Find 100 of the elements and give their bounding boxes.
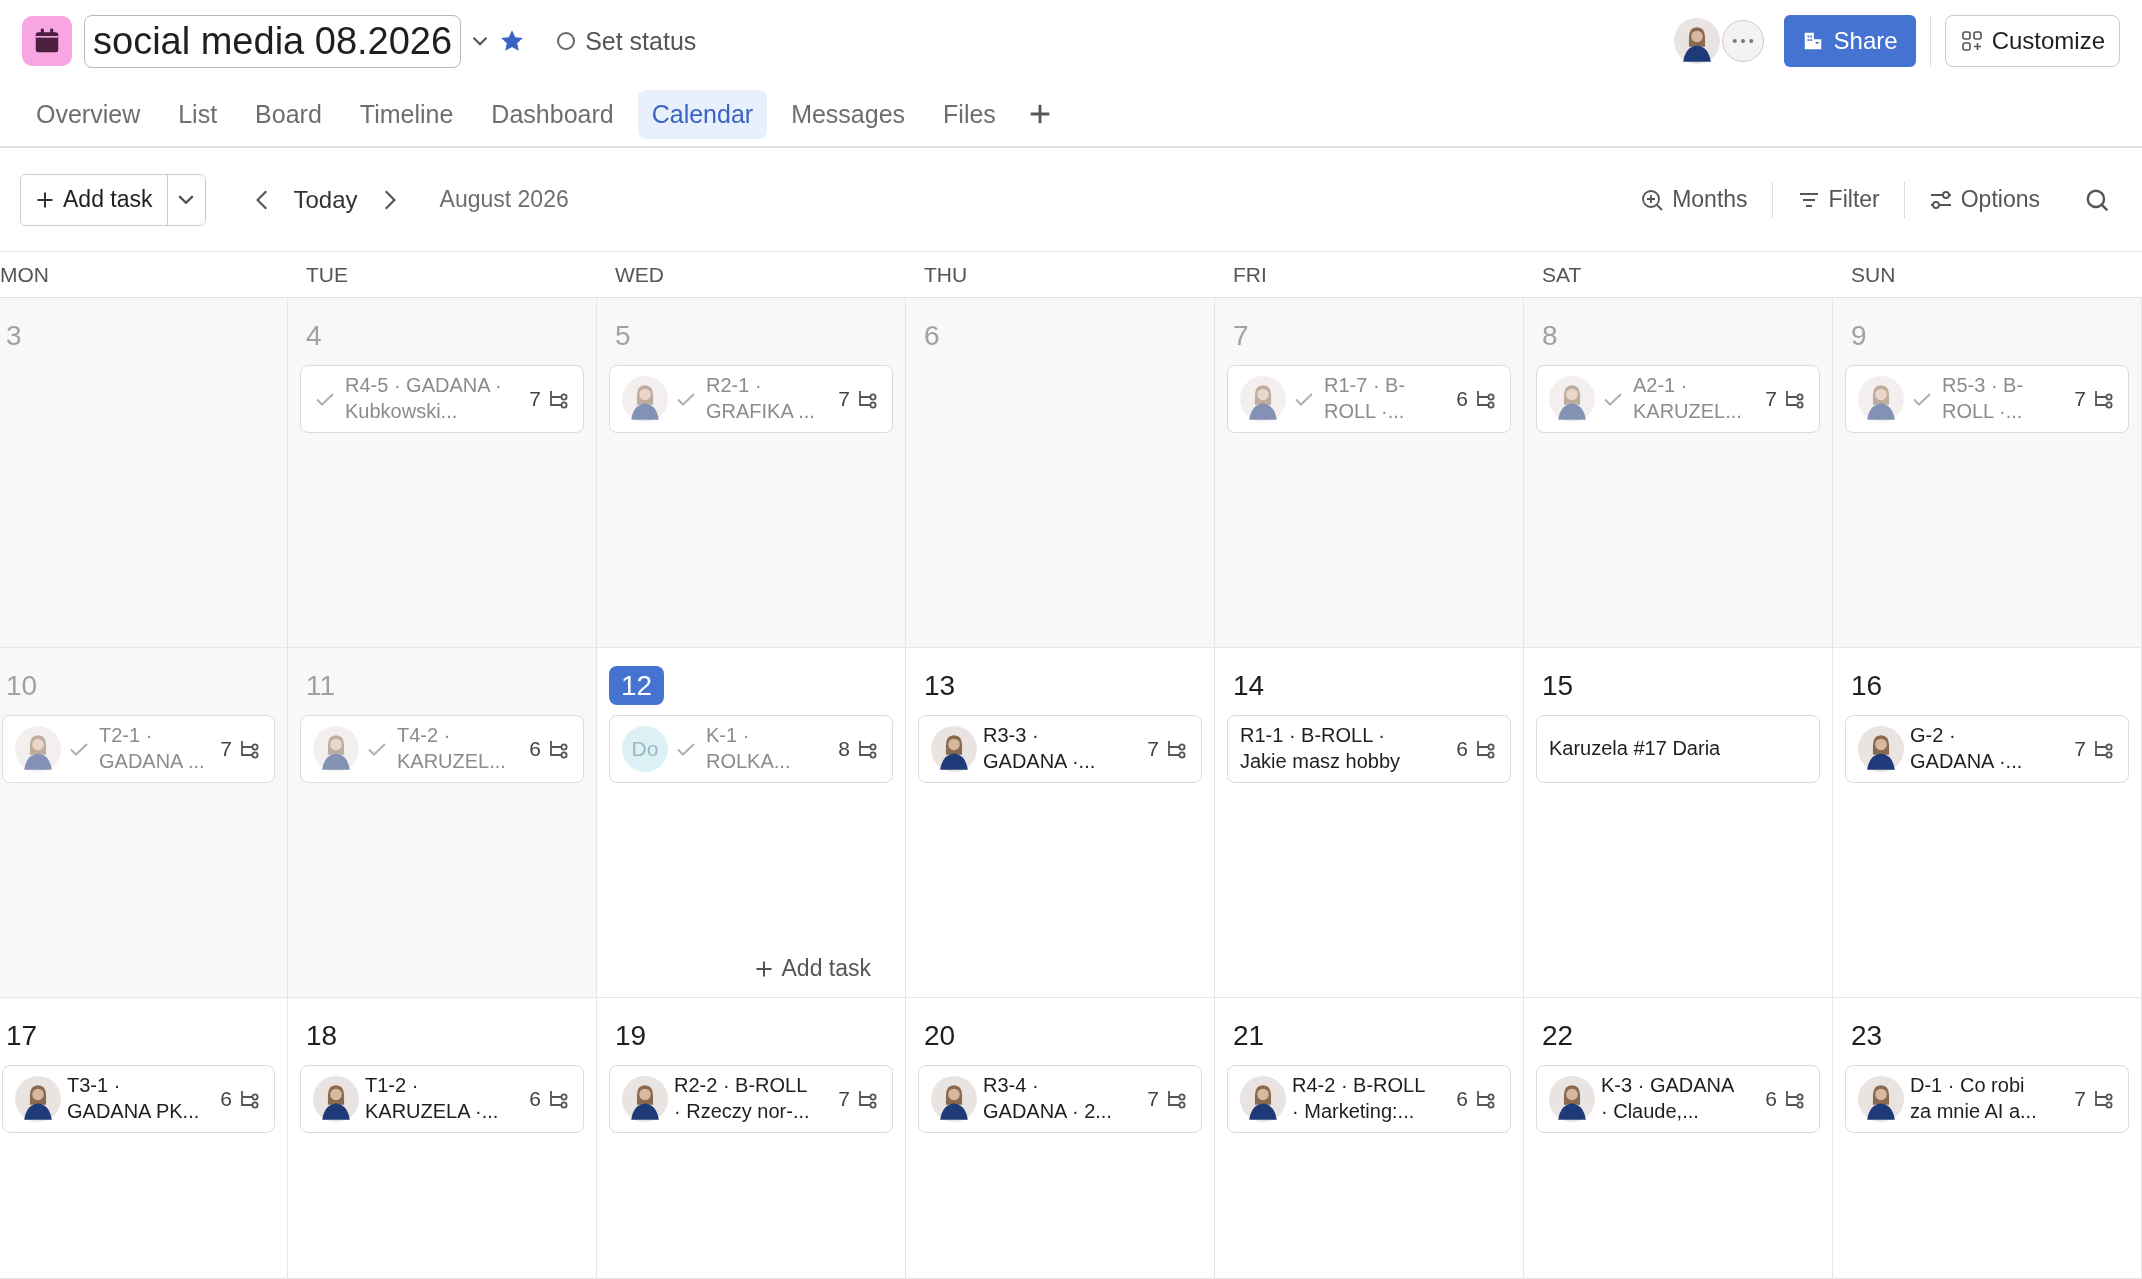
more-icon[interactable] [1721,20,1764,62]
task-title: R4-2 · B-ROLL · Marketing:... [1292,1073,1427,1124]
customize-button[interactable]: Customize [1944,15,2120,67]
task-card[interactable]: A2-1 · KARUZEL... 7 [1536,365,1820,433]
avatar-icon [1549,1076,1595,1122]
today-button[interactable]: Today [283,185,368,214]
day-number: 13 [923,669,957,703]
task-card[interactable]: R1-1 · B-ROLL · Jakie masz hobby 6 [1227,715,1511,783]
day-number: 9 [1850,319,1868,353]
task-card[interactable]: G-2 · GADANA ·... 7 [1845,715,2129,783]
task-title: T3-1 · GADANA PK... [67,1073,201,1124]
subtask-count: 6 [1765,1087,1777,1111]
day-number: 21 [1232,1019,1266,1053]
day-number: 16 [1850,669,1884,703]
avatar-icon [15,726,61,772]
task-title: R4-5 · GADANA · Kubkowski... [345,373,503,424]
project-icon [22,16,72,66]
options-button[interactable]: Options [1916,186,2052,213]
avatar-icon [313,1076,359,1122]
day-number: 6 [923,319,941,353]
task-card[interactable]: T1-2 · KARUZELA ·... 6 [300,1065,584,1133]
task-title: K-3 · GADANA · Claude,... [1601,1073,1736,1124]
set-status-button[interactable]: Set status [551,25,703,57]
tab[interactable]: Dashboard [477,89,628,139]
add-task-button[interactable]: Add task [747,954,877,983]
subtask-count: 7 [838,1087,850,1111]
add-task-dropdown[interactable] [166,174,205,225]
task-card[interactable]: T3-1 · GADANA PK... 6 [2,1065,275,1133]
task-card[interactable]: R2-1 · GRAFIKA ... 7 [609,365,893,433]
task-title: T4-2 · KARUZEL... [397,723,507,774]
task-card[interactable]: R4-2 · B-ROLL · Marketing:... 6 [1227,1065,1511,1133]
task-card[interactable]: D-1 · Co robi za mnie AI a... 7 [1845,1065,2129,1133]
subtask-count: 7 [838,387,850,411]
task-title: R1-7 · B- ROLL ·... [1324,373,1407,424]
tab[interactable]: Messages [777,89,920,139]
task-card[interactable]: R3-3 · GADANA ·... 7 [918,715,1202,783]
subtask-count: 7 [2074,1087,2086,1111]
avatar-icon [622,376,668,422]
tab[interactable]: List [164,89,232,139]
zoom-in-icon [1640,187,1665,212]
day-number: 18 [305,1019,339,1053]
day-number: 4 [305,319,323,353]
avatar-icon [622,1076,668,1122]
task-title: T2-1 · GADANA ... [99,723,206,774]
subtask-count: 7 [2074,737,2086,761]
avatar-icon [931,1076,977,1122]
grid-plus-icon [1959,29,1984,53]
task-card[interactable]: R4-5 · GADANA · Kubkowski... 7 [300,365,584,433]
task-title: R3-4 · GADANA · 2... [983,1073,1113,1124]
month-label: August 2026 [439,186,569,213]
day-number: 19 [614,1019,648,1053]
task-card[interactable]: R2-2 · B-ROLL · Rzeczy nor-... 7 [609,1065,893,1133]
task-title: R1-1 · B-ROLL · Jakie masz hobby [1240,723,1402,774]
task-card[interactable]: R3-4 · GADANA · 2... 7 [918,1065,1202,1133]
day-number: 3 [5,319,23,353]
project-title[interactable]: social media 08.2026 [84,14,462,68]
subtask-count: 6 [529,737,541,761]
subtask-count: 7 [529,387,541,411]
day-number: 10 [5,669,39,703]
filter-button[interactable]: Filter [1784,186,1892,213]
avatar-icon [15,1076,61,1122]
task-card[interactable]: K-3 · GADANA · Claude,... 6 [1536,1065,1820,1133]
day-number: 17 [5,1019,39,1053]
tab[interactable]: Overview [22,89,155,139]
tab[interactable]: Timeline [345,89,468,139]
subtask-count: 7 [1147,1087,1159,1111]
months-button[interactable]: Months [1628,186,1760,213]
avatar-icon [931,726,977,772]
day-number: 15 [1541,669,1575,703]
day-number: 11 [305,669,337,703]
subtask-count: 6 [1456,1087,1468,1111]
subtask-count: 7 [220,737,232,761]
tab[interactable]: Files [929,89,1010,139]
task-card[interactable]: Karuzela #17 Daria [1536,715,1820,783]
day-number: 23 [1850,1019,1884,1053]
day-number: 14 [1232,669,1266,703]
day-number: 12 [609,666,665,705]
subtask-count: 7 [1765,387,1777,411]
task-card[interactable]: R1-7 · B- ROLL ·... 6 [1227,365,1511,433]
subtask-count: 6 [220,1087,232,1111]
chevron-down-icon [178,195,194,204]
task-card[interactable]: R5-3 · B- ROLL ·... 7 [1845,365,2129,433]
subtask-count: 6 [1456,387,1468,411]
day-number: 22 [1541,1019,1575,1053]
tab[interactable]: Calendar [637,89,768,139]
tab[interactable]: Board [241,89,336,139]
avatar-icon [1240,376,1286,422]
task-card[interactable]: T4-2 · KARUZEL... 6 [300,715,584,783]
subtask-count: 8 [838,737,850,761]
task-title: K-1 · ROLKA... [706,723,792,774]
subtask-count: 6 [529,1087,541,1111]
subtask-count: 7 [2074,387,2086,411]
day-number: 7 [1232,319,1250,353]
avatar-icon [1549,376,1595,422]
day-number: 20 [923,1019,957,1053]
task-card[interactable]: Do K-1 · ROLKA... 8 [609,715,893,783]
avatar-icon [1858,376,1904,422]
task-title: D-1 · Co robi za mnie AI a... [1910,1073,2038,1124]
avatar-icon [1858,1076,1904,1122]
share-button[interactable]: Share [1783,15,1916,67]
